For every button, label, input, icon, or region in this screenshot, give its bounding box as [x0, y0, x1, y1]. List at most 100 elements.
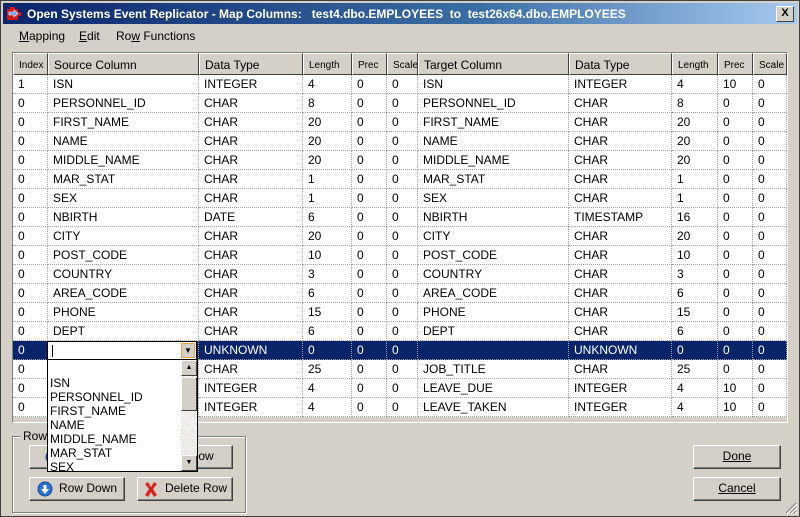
cell-source-column[interactable]: NAME — [48, 132, 199, 151]
cell-target-length[interactable]: 16 — [672, 208, 718, 227]
cell-target-scale[interactable]: 0 — [753, 360, 787, 379]
cell-target-column[interactable]: NAME — [418, 132, 569, 151]
cell-source-scale[interactable]: 0 — [387, 360, 418, 379]
cell-target-prec[interactable]: 0 — [718, 284, 753, 303]
cell-source-data-type[interactable]: CHAR — [199, 170, 303, 189]
cell-source-prec[interactable]: 0 — [352, 227, 387, 246]
menu-row-functions[interactable]: Row Functions — [116, 29, 195, 43]
table-row[interactable]: 0 COUNTRY CHAR 3 0 0 COUNTRY CHAR 3 0 0 — [13, 265, 787, 284]
cell-source-scale[interactable]: 0 — [387, 284, 418, 303]
cell-source-column[interactable]: POST_CODE — [48, 246, 199, 265]
table-row[interactable]: 0 DEPT CHAR 6 0 0 DEPT CHAR 6 0 0 — [13, 322, 787, 341]
cell-source-data-type[interactable]: CHAR — [199, 284, 303, 303]
cell-source-prec[interactable]: 0 — [352, 379, 387, 398]
cell-target-length[interactable]: 6 — [672, 284, 718, 303]
cell-source-column[interactable]: NBIRTH — [48, 208, 199, 227]
cell-target-prec[interactable]: 0 — [718, 208, 753, 227]
cell-source-length[interactable]: 1 — [303, 189, 352, 208]
cell-source-length[interactable]: 4 — [303, 398, 352, 417]
cell-index[interactable]: 0 — [13, 341, 48, 360]
cell-source-column[interactable]: PHONE — [48, 303, 199, 322]
cell-target-length[interactable]: 1 — [672, 189, 718, 208]
cell-target-data-type[interactable]: CHAR — [569, 113, 672, 132]
cell-source-scale[interactable]: 0 — [387, 303, 418, 322]
cell-source-prec[interactable]: 0 — [352, 265, 387, 284]
table-row[interactable]: 0 NAME CHAR 20 0 0 NAME CHAR 20 0 0 — [13, 132, 787, 151]
cell-target-data-type[interactable]: CHAR — [569, 284, 672, 303]
cell-source-column[interactable]: DEPT — [48, 322, 199, 341]
cell-source-prec[interactable]: 0 — [352, 246, 387, 265]
cell-source-data-type[interactable]: INTEGER — [199, 398, 303, 417]
cell-target-data-type[interactable]: CHAR — [569, 246, 672, 265]
cell-target-scale[interactable]: 0 — [753, 75, 787, 94]
cell-source-data-type[interactable]: DATE — [199, 208, 303, 227]
cell-source-length[interactable]: 1 — [303, 170, 352, 189]
cell-source-scale[interactable]: 0 — [387, 170, 418, 189]
cell-source-scale[interactable]: 0 — [387, 94, 418, 113]
cell-source-data-type[interactable]: CHAR — [199, 246, 303, 265]
cell-target-column[interactable]: PERSONNEL_ID — [418, 94, 569, 113]
cell-source-column[interactable]: MAR_STAT — [48, 170, 199, 189]
scroll-up-arrow-icon[interactable]: ▲ — [181, 360, 197, 376]
table-row[interactable]: 1 ISN INTEGER 4 0 0 ISN INTEGER 4 10 0 — [13, 75, 787, 94]
cell-target-length[interactable]: 25 — [672, 360, 718, 379]
cell-source-length[interactable]: 6 — [303, 284, 352, 303]
dropdown-arrow-icon[interactable]: ▼ — [181, 343, 195, 358]
cell-source-scale[interactable]: 0 — [387, 113, 418, 132]
cell-source-scale[interactable]: 0 — [387, 227, 418, 246]
cell-source-data-type[interactable]: INTEGER — [199, 379, 303, 398]
cell-target-prec[interactable]: 0 — [718, 341, 753, 360]
column-header-target-length[interactable]: Length — [672, 53, 718, 75]
cell-source-data-type[interactable]: CHAR — [199, 265, 303, 284]
column-header-target-scale[interactable]: Scale — [753, 53, 787, 75]
cell-target-length[interactable]: 20 — [672, 113, 718, 132]
cell-target-column[interactable]: MAR_STAT — [418, 170, 569, 189]
cell-target-length[interactable]: 15 — [672, 303, 718, 322]
cell-index[interactable]: 1 — [13, 75, 48, 94]
scroll-thumb[interactable] — [181, 377, 197, 411]
cell-source-prec[interactable]: 0 — [352, 113, 387, 132]
cell-source-prec[interactable]: 0 — [352, 170, 387, 189]
cell-source-prec[interactable]: 0 — [352, 398, 387, 417]
table-row[interactable]: 0 AREA_CODE CHAR 6 0 0 AREA_CODE CHAR 6 0 0 — [13, 284, 787, 303]
cell-target-prec[interactable]: 0 — [718, 151, 753, 170]
cell-target-data-type[interactable]: CHAR — [569, 303, 672, 322]
cell-source-length[interactable]: 20 — [303, 113, 352, 132]
cell-index[interactable]: 0 — [13, 379, 48, 398]
cell-index[interactable]: 0 — [13, 246, 48, 265]
cell-target-column[interactable]: JOB_TITLE — [418, 360, 569, 379]
cell-target-scale[interactable]: 0 — [753, 265, 787, 284]
column-header-target-data-type[interactable]: Data Type — [569, 53, 672, 75]
cell-index[interactable]: 0 — [13, 113, 48, 132]
cell-source-data-type[interactable]: CHAR — [199, 151, 303, 170]
cell-target-scale[interactable]: 0 — [753, 227, 787, 246]
cell-source-length[interactable]: 20 — [303, 227, 352, 246]
cell-target-prec[interactable]: 0 — [718, 132, 753, 151]
table-row[interactable]: 0 MIDDLE_NAME CHAR 20 0 0 MIDDLE_NAME CHAR 20 0 0 — [13, 151, 787, 170]
cell-target-data-type[interactable]: CHAR — [569, 151, 672, 170]
cell-source-scale[interactable]: 0 — [387, 208, 418, 227]
dropdown-option[interactable]: PERSONNEL_ID — [50, 390, 143, 404]
cell-target-data-type[interactable]: INTEGER — [569, 398, 672, 417]
cell-target-column[interactable]: DEPT — [418, 322, 569, 341]
cell-target-scale[interactable]: 0 — [753, 189, 787, 208]
cell-target-prec[interactable]: 0 — [718, 265, 753, 284]
cell-source-length[interactable]: 8 — [303, 94, 352, 113]
cell-source-data-type[interactable]: INTEGER — [199, 75, 303, 94]
scroll-down-arrow-icon[interactable]: ▼ — [181, 455, 197, 471]
dropdown-option[interactable]: MAR_STAT — [50, 446, 112, 460]
table-row[interactable]: 0 NBIRTH DATE 6 0 0 NBIRTH TIMESTAMP 16 0 0 — [13, 208, 787, 227]
cell-index[interactable]: 0 — [13, 322, 48, 341]
cell-target-length[interactable]: 4 — [672, 398, 718, 417]
cell-source-scale[interactable]: 0 — [387, 75, 418, 94]
cell-source-data-type[interactable]: CHAR — [199, 322, 303, 341]
cell-source-length[interactable]: 20 — [303, 132, 352, 151]
cell-target-scale[interactable]: 0 — [753, 322, 787, 341]
cell-index[interactable]: 0 — [13, 132, 48, 151]
cell-source-data-type[interactable]: CHAR — [199, 132, 303, 151]
cell-source-column[interactable]: PERSONNEL_ID — [48, 94, 199, 113]
cell-source-scale[interactable]: 0 — [387, 322, 418, 341]
cell-target-scale[interactable]: 0 — [753, 113, 787, 132]
cell-source-length[interactable]: 10 — [303, 246, 352, 265]
column-header-target-column[interactable]: Target Column — [418, 53, 569, 75]
